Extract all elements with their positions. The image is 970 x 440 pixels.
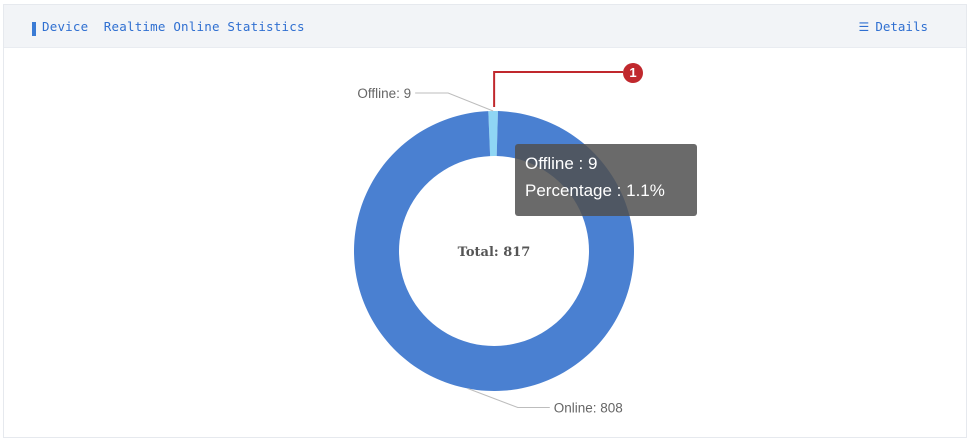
tooltip-line-2: Percentage : 1.1% <box>525 181 665 200</box>
donut-chart: Offline: 9 Online: 808 Total: 817 <box>354 71 635 416</box>
online-leader-line <box>467 388 550 409</box>
callout-badge: 1 <box>623 63 643 83</box>
offline-leader-line <box>415 92 494 112</box>
online-slice-label: Online: 808 <box>554 401 623 416</box>
total-label: Total: 817 <box>458 245 531 260</box>
offline-slice-label: Offline: 9 <box>357 86 411 101</box>
callout-line <box>493 71 623 108</box>
slice-tooltip: Offline : 9 Percentage : 1.1% <box>515 144 697 216</box>
tooltip-line-1: Offline : 9 <box>525 154 598 173</box>
